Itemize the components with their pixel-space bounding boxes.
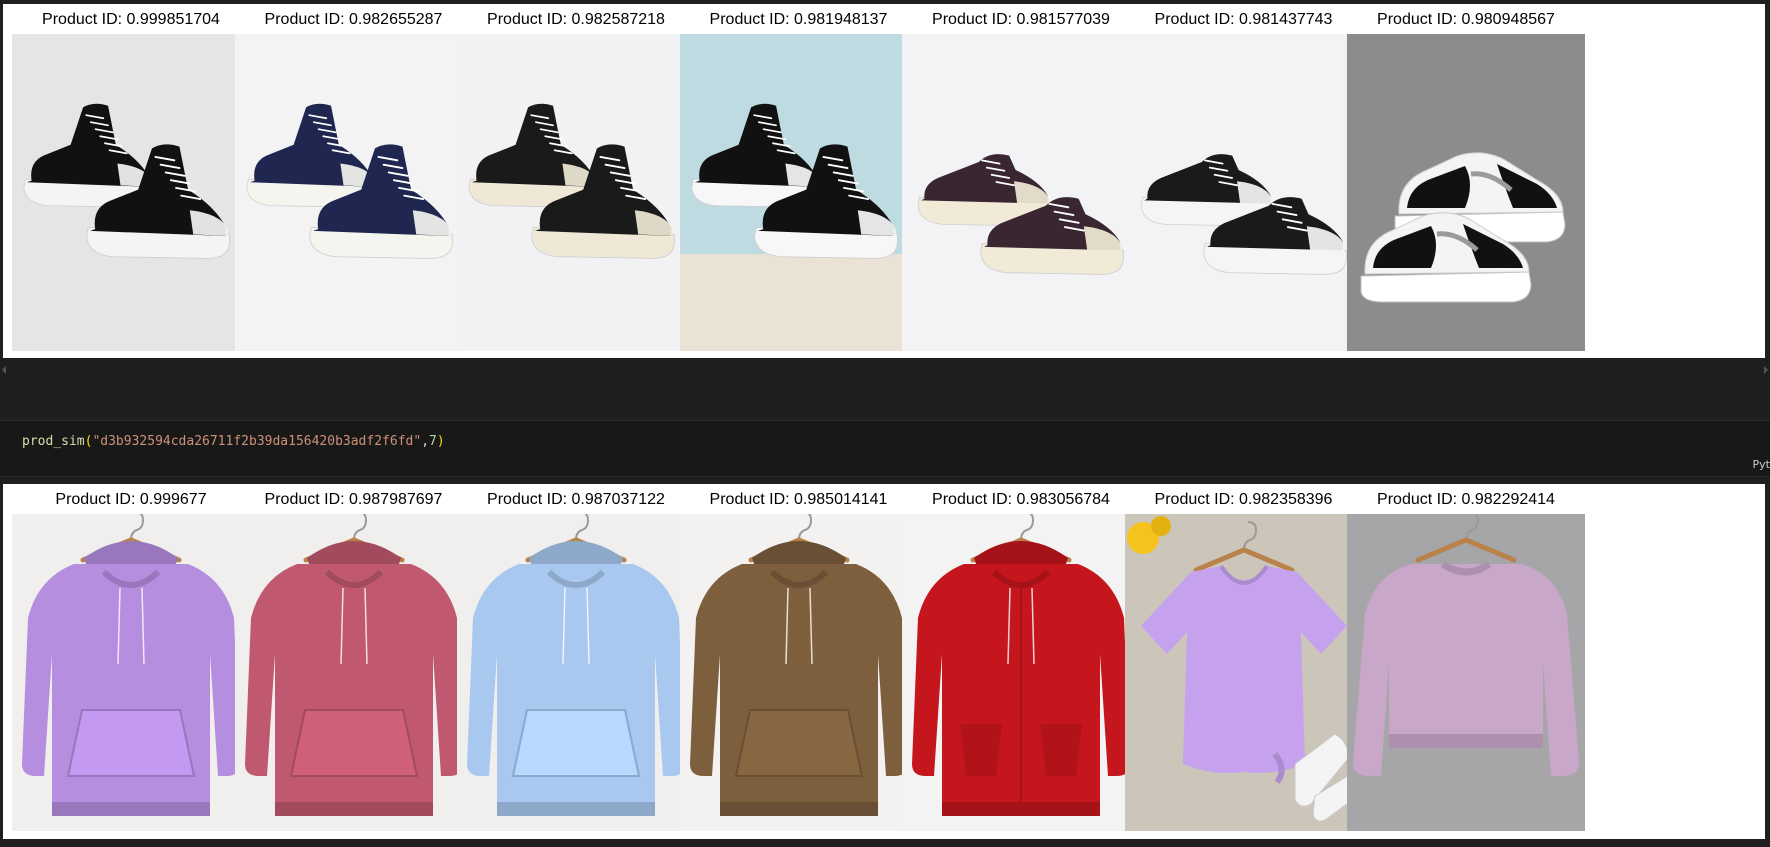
product-image: [679, 514, 918, 831]
product-image-canvas: [679, 34, 918, 351]
hem-band: [942, 802, 1100, 816]
product-id-title: Product ID: 0.983056784: [932, 491, 1110, 508]
product-image-canvas: [12, 514, 250, 831]
hoodie-body: [244, 564, 463, 816]
product-image-canvas: [1124, 34, 1363, 351]
product-id-title: Product ID: 0.999677: [55, 491, 207, 508]
product-image: [1347, 34, 1585, 351]
product-image: [457, 34, 695, 351]
product-image-canvas: [234, 34, 473, 351]
sneaker-sole: [1360, 271, 1532, 303]
product-image: [234, 34, 473, 351]
code-comma: ,: [421, 434, 430, 449]
hem-band: [497, 802, 655, 816]
product-image-canvas: [679, 514, 918, 831]
product-id-title: Product ID: 0.981948137: [709, 11, 888, 28]
hem-band: [719, 802, 878, 816]
flower-decoration: [1150, 516, 1171, 536]
scroll-left-arrow[interactable]: [2, 366, 6, 374]
scroll-right-arrow[interactable]: [1764, 366, 1768, 374]
product-id-title: Product ID: 0.980948567: [1377, 11, 1555, 28]
product-image: [234, 514, 473, 831]
output-panel-1: Product ID: 0.999851704 Product ID: 0.982…: [3, 4, 1765, 358]
product-id-title: Product ID: 0.981577039: [932, 11, 1110, 28]
product-id-title: Product ID: 0.982655287: [264, 11, 443, 28]
product-image-canvas: [902, 514, 1140, 831]
product-id-title: Product ID: 0.987987697: [264, 491, 443, 508]
kangaroo-pocket: [511, 709, 641, 777]
product-id-title: Product ID: 0.987037122: [487, 491, 665, 508]
code-cell[interactable]: prod_sim("d3b932594cda26711f2b39da156420…: [0, 420, 1770, 477]
product-image-canvas: [457, 34, 695, 351]
product-id-title: Product ID: 0.999851704: [42, 11, 220, 28]
product-image: [1347, 514, 1585, 831]
product-image: [12, 34, 250, 351]
code-string-arg: "d3b932594cda26711f2b39da156420b3adf2f6f…: [92, 434, 422, 449]
product-image: [12, 514, 250, 831]
hoodie-body: [467, 564, 685, 816]
product-image-canvas: [902, 34, 1140, 351]
left-pocket: [960, 724, 1002, 776]
right-pocket: [1040, 724, 1082, 776]
product-image-canvas: [1124, 514, 1363, 831]
product-image: [902, 514, 1140, 831]
product-image: [902, 34, 1140, 351]
product-id-title: Product ID: 0.982358396: [1154, 491, 1333, 508]
output-panel-2: Product ID: 0.999677 Product ID: 0.987987…: [3, 484, 1765, 839]
cell-language-label[interactable]: Pyt: [1753, 458, 1770, 471]
hem-band: [274, 802, 433, 816]
product-image: [1124, 514, 1363, 831]
product-id-title: Product ID: 0.982292414: [1377, 491, 1555, 508]
product-image-canvas: [12, 34, 250, 351]
code-number-arg: 7: [429, 434, 437, 449]
product-id-title: Product ID: 0.981437743: [1154, 11, 1333, 28]
product-image-canvas: [457, 514, 695, 831]
product-image-canvas: [1347, 514, 1585, 831]
product-id-title: Product ID: 0.985014141: [709, 491, 888, 508]
kangaroo-pocket: [66, 709, 196, 777]
hoodie-body: [689, 564, 908, 816]
kangaroo-pocket: [289, 709, 418, 777]
product-image: [1124, 34, 1363, 351]
sweater-hem: [1389, 734, 1543, 748]
hem-band: [52, 802, 210, 816]
code-line[interactable]: prod_sim("d3b932594cda26711f2b39da156420…: [22, 434, 445, 449]
image-floor: [679, 254, 918, 351]
product-image-canvas: [1347, 34, 1585, 351]
product-image-canvas: [234, 514, 473, 831]
product-id-title: Product ID: 0.982587218: [487, 11, 665, 28]
product-image: [457, 514, 695, 831]
kangaroo-pocket: [734, 709, 863, 777]
hoodie-body: [22, 564, 240, 816]
code-close-paren: ): [436, 434, 445, 449]
code-function-name: prod_sim: [22, 434, 85, 449]
product-image: [679, 34, 918, 351]
